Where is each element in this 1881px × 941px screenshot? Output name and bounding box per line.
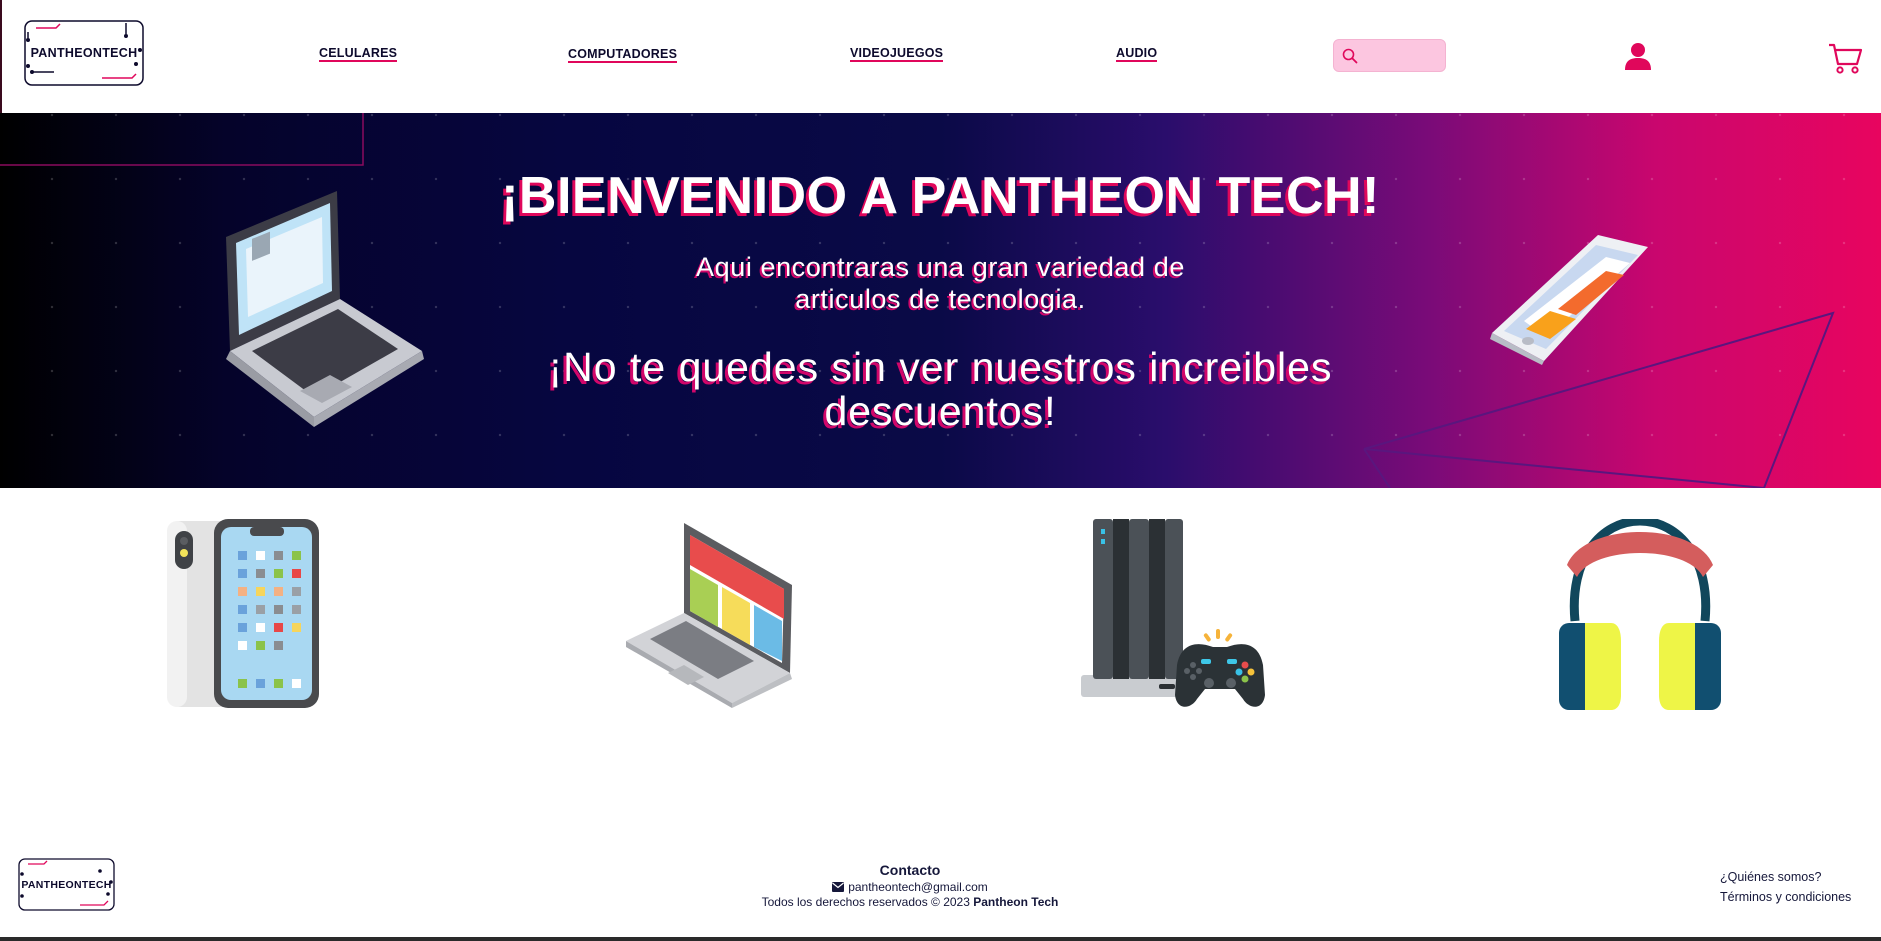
hero-subtitle: Aqui encontraras una gran variedad de ar…: [695, 252, 1186, 314]
footer-contact: Contacto pantheontech@gmail.com Todos lo…: [700, 861, 1120, 910]
site-header: PANTHEONTECH CELULARES COMPUTADORES VIDE…: [0, 0, 1881, 113]
hero-title: ¡BIENVENIDO A PANTHEON TECH!: [501, 167, 1380, 225]
bottom-edge-bar: [0, 937, 1881, 941]
headphones-illustration-icon: [1559, 516, 1721, 710]
nav-celulares[interactable]: CELULARES: [319, 47, 398, 62]
smartphone-illustration-icon: [167, 519, 319, 708]
envelope-icon: [832, 882, 845, 892]
hero-banner: ¡BIENVENIDO A PANTHEON TECH! Aqui encont…: [0, 113, 1881, 488]
nav-computadores[interactable]: COMPUTADORES: [568, 48, 678, 63]
logo-text: PANTHEONTECH: [30, 46, 138, 60]
link-quienes-somos[interactable]: ¿Quiénes somos?: [1720, 867, 1851, 887]
hero-promo-text: ¡No te quedes sin ver nuestros increible…: [548, 344, 1333, 434]
nav-audio[interactable]: AUDIO: [1116, 47, 1158, 62]
category-videojuegos[interactable]: [1079, 519, 1265, 710]
copyright-prefix: Todos los derechos reservados © 2023: [761, 895, 970, 909]
footer-links: ¿Quiénes somos? Términos y condiciones: [1720, 867, 1851, 907]
contact-email-text: pantheontech@gmail.com: [848, 880, 988, 894]
category-computadores[interactable]: [624, 521, 794, 708]
nav-videojuegos[interactable]: VIDEOJUEGOS: [850, 47, 944, 62]
copyright-text: Todos los derechos reservados © 2023 Pan…: [700, 895, 1120, 910]
contact-email[interactable]: pantheontech@gmail.com: [700, 880, 1120, 895]
laptop-illustration-icon: [626, 523, 792, 708]
search-icon[interactable]: [1342, 48, 1358, 64]
category-audio[interactable]: [1555, 516, 1725, 710]
search-box: [1333, 39, 1446, 72]
category-celulares[interactable]: [164, 519, 321, 709]
header-logo[interactable]: PANTHEONTECH: [24, 20, 144, 86]
user-icon[interactable]: [1625, 42, 1651, 70]
cart-icon[interactable]: [1828, 42, 1862, 74]
link-terminos[interactable]: Términos y condiciones: [1720, 887, 1851, 907]
contact-title: Contacto: [879, 862, 941, 878]
copyright-brand: Pantheon Tech: [973, 895, 1059, 909]
search-input[interactable]: [1364, 42, 1444, 69]
footer-logo[interactable]: PANTHEONTECH: [18, 858, 115, 911]
footer-logo-text: PANTHEONTECH: [21, 878, 112, 891]
site-footer: PANTHEONTECH Contacto pantheontech@gmail…: [0, 850, 1881, 941]
console-illustration-icon: [1081, 519, 1265, 707]
